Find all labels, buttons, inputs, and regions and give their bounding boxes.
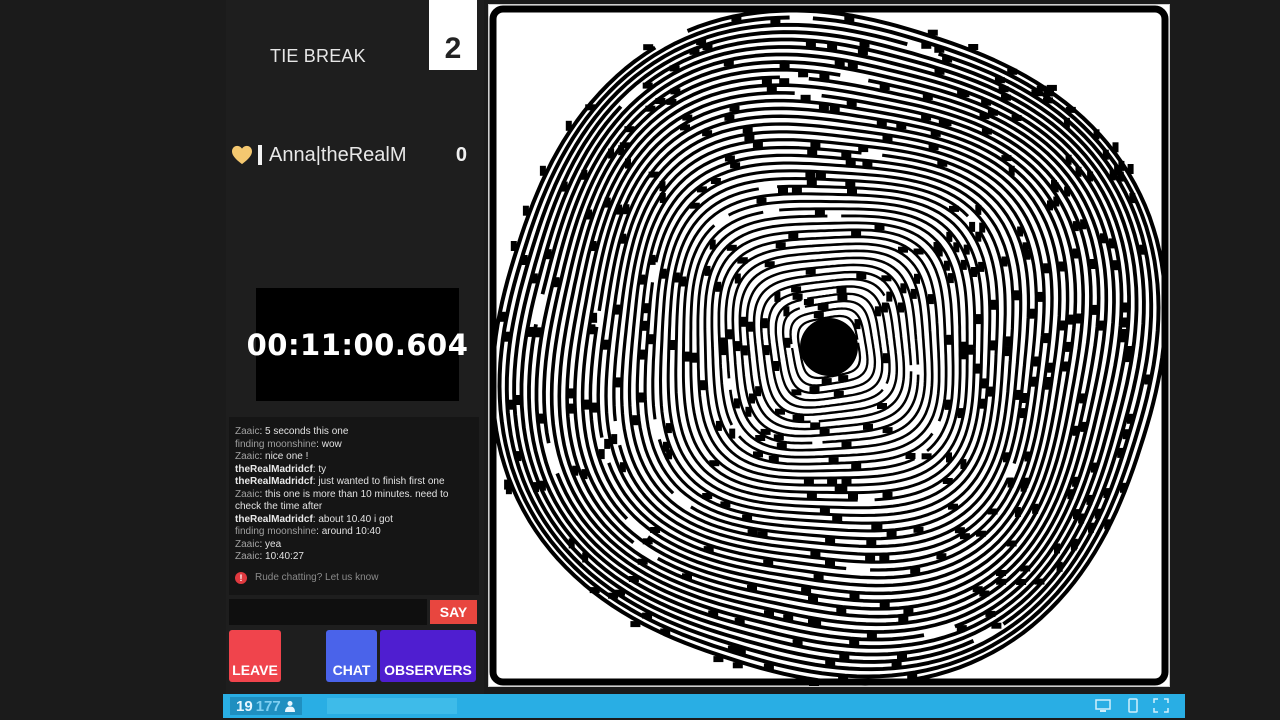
chat-text: : wow (316, 438, 342, 450)
maze-block (927, 29, 938, 36)
maze-block (1112, 142, 1119, 153)
chat-message: theRealMadridcf: about 10.40 i got (235, 514, 473, 527)
chat-text: : around 10:40 (316, 526, 381, 537)
player-count-dim: 177 (255, 697, 281, 715)
status-bar-field[interactable] (327, 698, 457, 714)
maze-block (865, 555, 876, 562)
player-color-bar (258, 145, 262, 165)
mode-label: TIE BREAK (270, 46, 366, 66)
say-button[interactable]: SAY (430, 600, 477, 624)
maze-block (1013, 290, 1020, 301)
leave-button[interactable]: LEAVE (229, 630, 281, 682)
maze-block (809, 386, 820, 393)
chat-message: theRealMadridcf: just wanted to finish f… (235, 476, 473, 489)
chat-username[interactable]: Zaaic (235, 539, 259, 550)
chat-text: : this one is more than 10 minutes. need… (235, 488, 449, 513)
chat-text: : 5 seconds this one (259, 426, 349, 437)
observers-button[interactable]: OBSERVERS (380, 630, 476, 682)
maze-center-goal (800, 318, 858, 376)
chat-username[interactable]: theRealMadridcf (235, 514, 313, 525)
monitor-icon[interactable] (1095, 698, 1111, 713)
player-score: 0 (455, 143, 467, 166)
chat-text: : about 10.40 i got (312, 513, 393, 525)
chat-username[interactable]: theRealMadridcf (235, 464, 313, 475)
maze-block (699, 380, 706, 391)
chat-username[interactable]: Zaaic (235, 451, 259, 462)
maze-block (866, 539, 877, 546)
maze-block (522, 205, 529, 216)
chat-message: finding moonshine: around 10:40 (235, 526, 473, 539)
chat-text: : 10:40:27 (259, 551, 304, 562)
maze-block (604, 438, 611, 449)
maze-block (882, 491, 893, 498)
warning-icon: ! (235, 571, 247, 584)
maze-block (969, 221, 976, 232)
rude-notice[interactable]: ! Rude chatting? Let us know (235, 571, 473, 584)
maze-block (1029, 308, 1036, 319)
people-icon (284, 701, 295, 712)
maze-block (505, 484, 512, 495)
maze-block (871, 523, 882, 530)
chat-username[interactable]: finding moonshine (235, 526, 316, 537)
player-count-bright: 19 (236, 697, 253, 715)
fullscreen-icon[interactable] (1153, 698, 1169, 713)
maze-block (990, 299, 997, 310)
player-name: Anna|theRealM (269, 143, 407, 166)
chat-username[interactable]: theRealMadridcf (235, 476, 313, 487)
chat-username[interactable]: Zaaic (235, 489, 259, 500)
game-screen: TIE BREAK 2 Anna|theRealM 0 00:11:00.604… (0, 0, 1280, 720)
player-row: Anna|theRealM 0 (231, 142, 471, 168)
chat-input[interactable] (229, 599, 427, 625)
maze-block (791, 186, 802, 193)
chat-message: finding moonshine: wow (235, 439, 473, 452)
chat-log[interactable]: Zaaic: 5 seconds this one finding moonshi… (229, 417, 479, 595)
maze-block (643, 44, 654, 51)
phone-icon[interactable] (1125, 698, 1141, 713)
maze-board[interactable] (488, 4, 1170, 687)
chat-message: Zaaic: this one is more than 10 minutes.… (235, 489, 473, 514)
chat-message: Zaaic: 10:40:27 (235, 551, 473, 564)
timer-value: 00:11:00.604 (246, 327, 469, 362)
maze-block (968, 44, 979, 50)
maze-block (975, 314, 982, 325)
chat-text: : just wanted to finish first one (312, 476, 445, 487)
maze-block (886, 531, 897, 537)
maze-block (803, 299, 814, 305)
maze-block (800, 94, 811, 101)
heart-icon (232, 145, 252, 165)
status-bar: 19 177 (223, 694, 1185, 718)
maze-block (732, 662, 743, 669)
maze-block (991, 622, 1002, 629)
chat-message: Zaaic: yea (235, 539, 473, 552)
spiral-maze[interactable] (489, 5, 1169, 686)
maze-block (713, 656, 724, 663)
timer-box: 00:11:00.604 (247, 288, 468, 401)
chat-message: Zaaic: 5 seconds this one (235, 426, 473, 439)
chat-message: theRealMadridcf: ty (235, 464, 473, 477)
maze-block (565, 120, 572, 131)
chat-button[interactable]: CHAT (326, 630, 377, 682)
chat-username[interactable]: Zaaic (235, 426, 259, 437)
maze-block (778, 187, 788, 194)
rude-notice-text[interactable]: Rude chatting? Let us know (255, 572, 378, 583)
maze-block (779, 78, 790, 85)
chat-message: Zaaic: nice one ! (235, 451, 473, 464)
maze-block (1046, 84, 1057, 91)
player-count: 19 177 (230, 697, 302, 715)
chat-username[interactable]: Zaaic (235, 551, 259, 562)
maze-block (539, 165, 546, 176)
maze-block (630, 621, 641, 628)
chat-messages: Zaaic: 5 seconds this one finding moonshi… (235, 426, 473, 564)
chat-text: : yea (259, 538, 282, 550)
round-number: 2 (429, 0, 477, 70)
maze-block (1037, 291, 1044, 302)
maze-block (1127, 164, 1134, 174)
maze-block (510, 241, 517, 251)
maze-block (879, 555, 890, 562)
chat-text: : nice one ! (259, 451, 309, 462)
chat-username[interactable]: finding moonshine (235, 439, 316, 450)
chat-text: : ty (312, 463, 327, 475)
maze-block (638, 392, 645, 403)
